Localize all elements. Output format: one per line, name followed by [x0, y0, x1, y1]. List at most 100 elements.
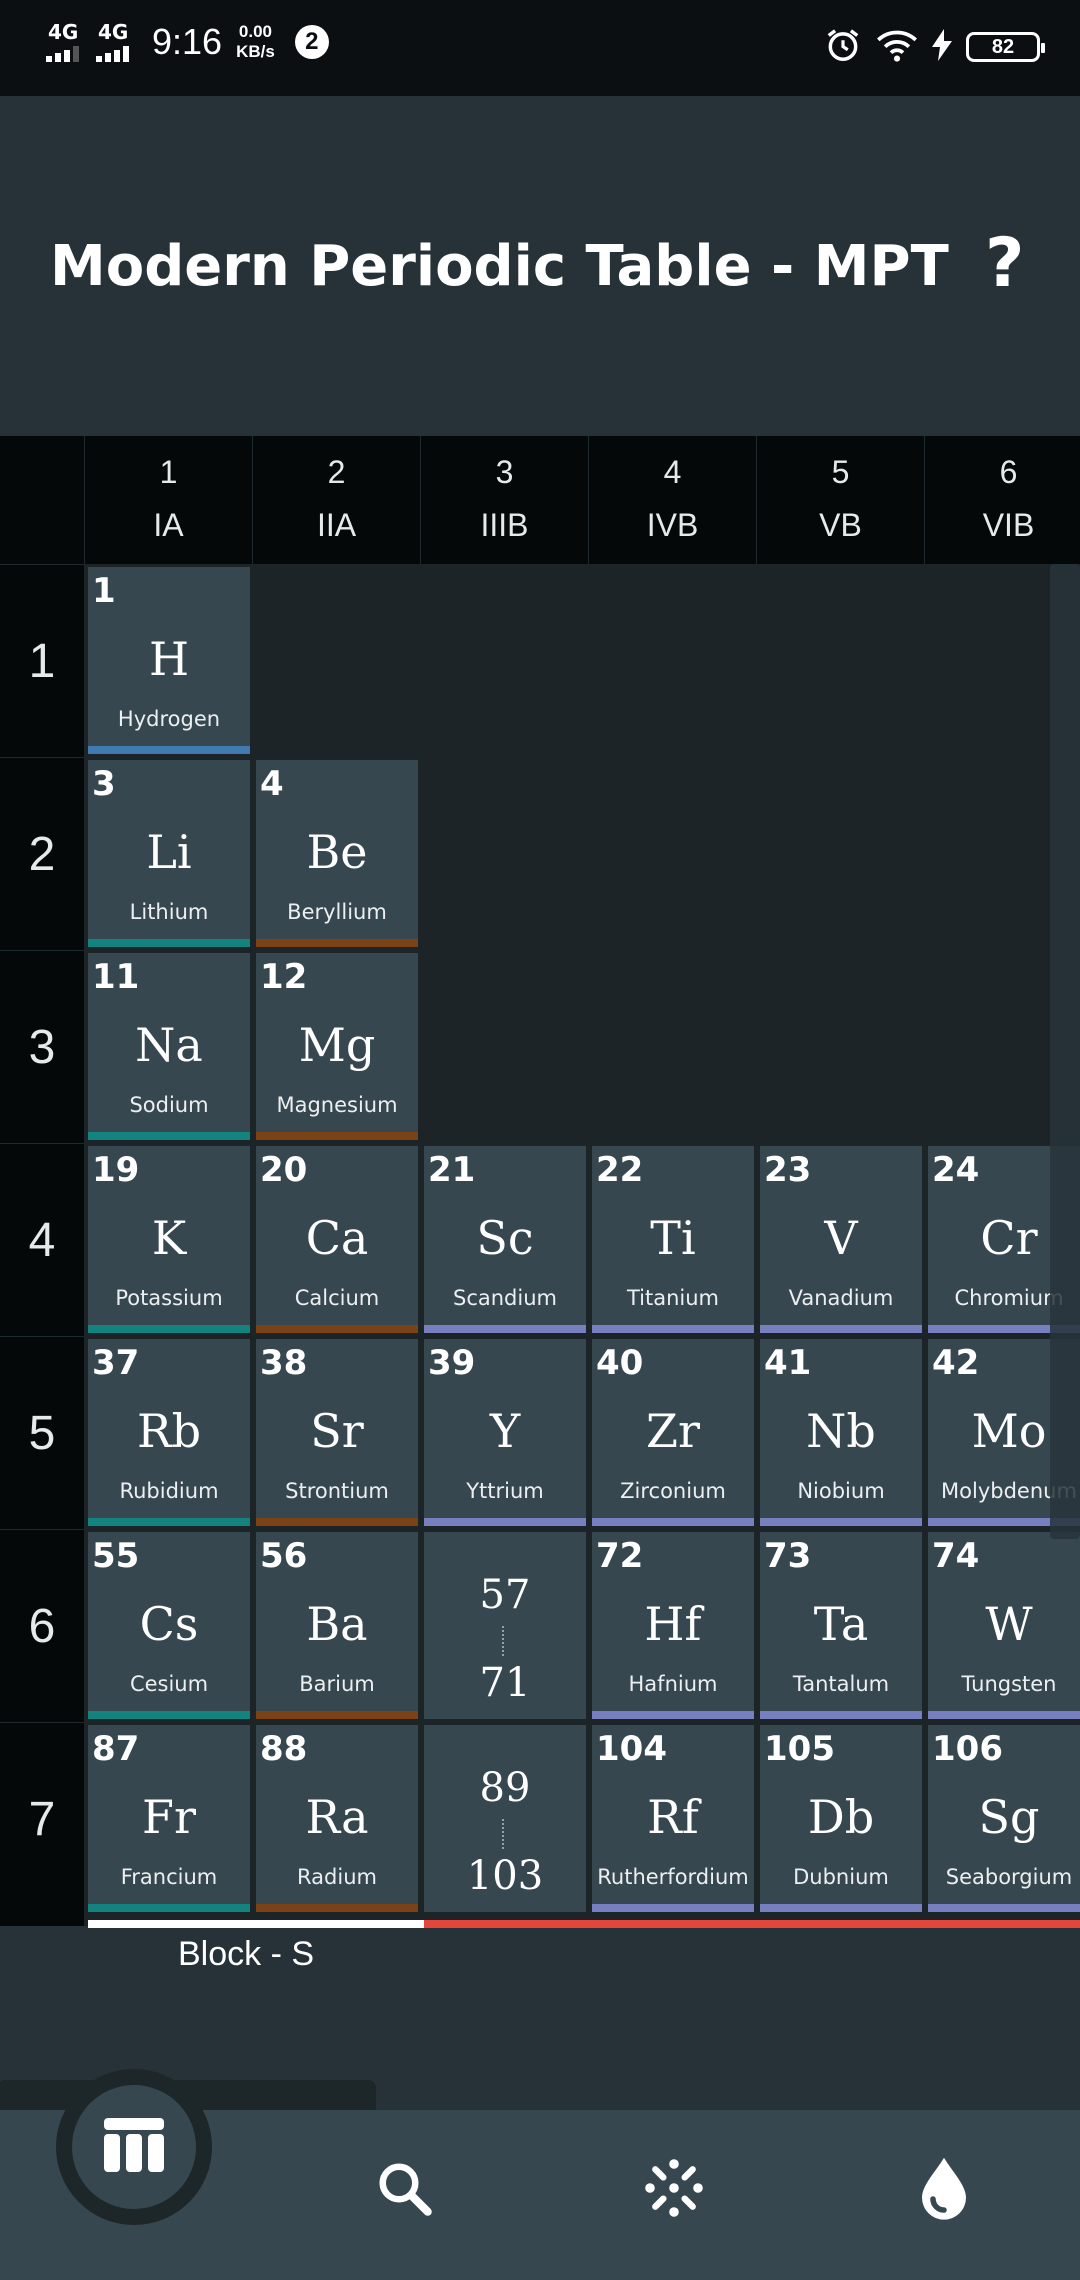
element-cell-k[interactable]: 19 K Potassium: [88, 1146, 250, 1333]
atomic-number: 12: [260, 957, 308, 997]
element-name: Magnesium: [276, 1093, 398, 1117]
element-cell-ti[interactable]: 22 Ti Titanium: [592, 1146, 754, 1333]
element-symbol: Na: [135, 1018, 203, 1072]
element-cell-sc[interactable]: 21 Sc Scandium: [424, 1146, 586, 1333]
period-label-3: 3: [0, 950, 84, 1143]
atomic-number: 41: [764, 1343, 812, 1383]
group-header-3[interactable]: 3 IIIB: [420, 436, 588, 564]
element-name: Yttrium: [466, 1479, 544, 1503]
atomic-number: 56: [260, 1536, 308, 1576]
element-cell-nb[interactable]: 41 Nb Niobium: [760, 1339, 922, 1526]
element-symbol: H: [148, 632, 190, 686]
category-bar: [88, 1518, 250, 1526]
category-bar: [88, 1132, 250, 1140]
group-number: 2: [327, 454, 346, 490]
atomic-number: 105: [764, 1729, 835, 1769]
group-roman: IVB: [646, 507, 699, 543]
element-name: Hafnium: [628, 1672, 718, 1696]
element-cell-be[interactable]: 4 Be Beryllium: [256, 760, 418, 947]
group-header-1[interactable]: 1 IA: [84, 436, 252, 564]
element-cell-zr[interactable]: 40 Zr Zirconium: [592, 1339, 754, 1526]
group-header-6[interactable]: 6 VIB: [924, 436, 1080, 564]
group-header-5[interactable]: 5 VB: [756, 436, 924, 564]
range-dots-icon: [502, 1819, 504, 1849]
atomic-number: 4: [260, 764, 284, 804]
category-bar: [256, 1325, 418, 1333]
group-header-2[interactable]: 2 IIA: [252, 436, 420, 564]
help-button[interactable]: ?: [985, 224, 1024, 303]
element-symbol: W: [985, 1597, 1033, 1651]
element-cell-ra[interactable]: 88 Ra Radium: [256, 1725, 418, 1912]
atomic-number: 40: [596, 1343, 644, 1383]
atomic-number: 87: [92, 1729, 140, 1769]
element-cell-ta[interactable]: 73 Ta Tantalum: [760, 1532, 922, 1719]
group-number: 4: [663, 454, 682, 490]
element-cell-rf[interactable]: 104 Rf Rutherfordium: [592, 1725, 754, 1912]
block-label: Block - S: [178, 1935, 315, 1973]
element-cell-cs[interactable]: 55 Cs Cesium: [88, 1532, 250, 1719]
element-cell-db[interactable]: 105 Db Dubnium: [760, 1725, 922, 1912]
element-cell-sg[interactable]: 106 Sg Seaborgium: [928, 1725, 1080, 1912]
signal-icon-1: 4G: [46, 18, 86, 66]
element-cell-h[interactable]: 1 H Hydrogen: [88, 567, 250, 754]
category-bar: [88, 1711, 250, 1719]
element-name: Scandium: [453, 1286, 557, 1310]
element-symbol: Mg: [298, 1018, 376, 1072]
element-cell-y[interactable]: 39 Y Yttrium: [424, 1339, 586, 1526]
group-roman: IA: [153, 507, 184, 543]
alarm-icon: [824, 26, 862, 68]
element-cell-ca[interactable]: 20 Ca Calcium: [256, 1146, 418, 1333]
element-name: Lithium: [129, 900, 209, 924]
element-name: Hydrogen: [117, 707, 221, 731]
charging-icon: [932, 29, 952, 65]
nav-drop-button[interactable]: [904, 2150, 984, 2230]
group-roman: VB: [819, 507, 862, 543]
range-start: 89: [479, 1765, 531, 1811]
element-cell-fr[interactable]: 87 Fr Francium: [88, 1725, 250, 1912]
nav-table-button[interactable]: [72, 2085, 196, 2209]
element-cell-na[interactable]: 11 Na Sodium: [88, 953, 250, 1140]
range-start: 57: [479, 1572, 531, 1618]
element-name: Niobium: [797, 1479, 885, 1503]
nav-atom-button[interactable]: [634, 2150, 714, 2230]
element-symbol: Nb: [806, 1404, 876, 1458]
category-bar: [928, 1711, 1080, 1719]
group-roman: VIB: [982, 507, 1035, 543]
element-cell-w[interactable]: 74 W Tungsten: [928, 1532, 1080, 1719]
element-symbol: Ti: [650, 1211, 696, 1265]
periodic-table[interactable]: 1 IA 2 IIA 3 IIIB 4 IVB 5 VB 6 VIB 1234567 1 H Hydrog…: [0, 436, 1080, 1926]
group-header-4[interactable]: 4 IVB: [588, 436, 756, 564]
element-symbol: Li: [146, 825, 192, 879]
atomic-number: 22: [596, 1150, 644, 1190]
element-cell-rb[interactable]: 37 Rb Rubidium: [88, 1339, 250, 1526]
element-cell-sr[interactable]: 38 Sr Strontium: [256, 1339, 418, 1526]
clock: 9:16: [152, 21, 223, 62]
category-bar: [88, 939, 250, 947]
element-cell-li[interactable]: 3 Li Lithium: [88, 760, 250, 947]
element-cell-v[interactable]: 23 V Vanadium: [760, 1146, 922, 1333]
series-range-cell[interactable]: 89 103: [424, 1725, 586, 1912]
element-name: Sodium: [129, 1093, 209, 1117]
element-cell-hf[interactable]: 72 Hf Hafnium: [592, 1532, 754, 1719]
group-number: 6: [999, 454, 1018, 490]
element-name: Tantalum: [792, 1672, 890, 1696]
notification-count-badge: 2: [294, 25, 329, 59]
nav-search-button[interactable]: [364, 2150, 444, 2230]
period-column: 1234567: [0, 564, 84, 1926]
horizontal-scroll-indicator[interactable]: [1050, 564, 1080, 1539]
category-bar: [592, 1325, 754, 1333]
element-symbol: Ba: [306, 1597, 368, 1651]
element-symbol: Sg: [978, 1790, 1040, 1844]
signal-icon-2: 4G: [96, 18, 136, 66]
element-name: Beryllium: [287, 900, 387, 924]
atomic-number: 42: [932, 1343, 980, 1383]
element-symbol: Sr: [310, 1404, 364, 1458]
element-cell-mg[interactable]: 12 Mg Magnesium: [256, 953, 418, 1140]
atomic-number: 106: [932, 1729, 1003, 1769]
element-cell-ba[interactable]: 56 Ba Barium: [256, 1532, 418, 1719]
period-label-7: 7: [0, 1722, 84, 1915]
drop-icon: [916, 2155, 972, 2225]
element-symbol: Sc: [476, 1211, 534, 1265]
series-range-cell[interactable]: 57 71: [424, 1532, 586, 1719]
element-name: Tungsten: [961, 1672, 1057, 1696]
